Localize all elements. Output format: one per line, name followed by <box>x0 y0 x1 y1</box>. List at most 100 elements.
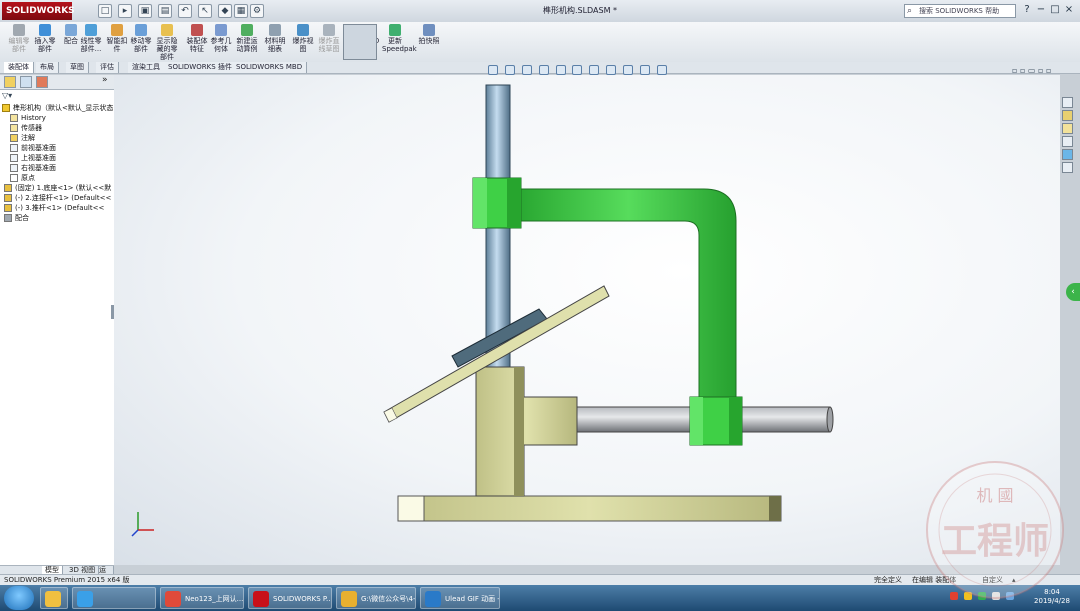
zoom-fit-icon[interactable] <box>488 65 498 75</box>
cmd-button-5[interactable]: 移动零 部件 <box>128 24 154 60</box>
search-input[interactable]: ⌕ 搜索 SOLIDWORKS 帮助 <box>904 4 1016 18</box>
save-icon[interactable]: ▣ <box>138 4 152 18</box>
edit-appearance-icon[interactable] <box>623 65 633 75</box>
taskbar-item-2[interactable]: Neo123_上网认... <box>160 587 244 609</box>
tab-3[interactable]: 评估 <box>96 62 119 73</box>
tree-item[interactable]: (-) 3.推杆<1> (Default<< <box>4 203 104 213</box>
tab-0[interactable]: 装配体 <box>4 62 34 73</box>
tree-item[interactable]: 传感器 <box>10 123 42 133</box>
cmd-button-label: 新建运 动算例 <box>236 37 258 53</box>
cmd-button-4[interactable]: 智能扣 件 <box>104 24 130 60</box>
cmd-button-1[interactable]: 插入零 部件 <box>32 24 58 60</box>
cmd-button-8[interactable]: 参考几 何体 <box>208 24 234 60</box>
tree-item[interactable]: 前视基准面 <box>10 143 56 153</box>
rebuild-icon[interactable]: ◆ <box>218 4 232 18</box>
tab-4[interactable]: 渲染工具 <box>128 62 165 73</box>
title-bar: SOLIDWORKS □ ▸ ▣ ▤ ↶ ↖ ◆ ▦ ⚙ 榫形机构.SLDASM… <box>0 0 1080 23</box>
file-properties-icon[interactable]: ▦ <box>234 4 248 18</box>
graphics-area[interactable] <box>114 75 1060 565</box>
zoom-area-icon[interactable] <box>504 65 515 75</box>
exploded-view-icon <box>297 24 309 36</box>
config-manager-tab-icon[interactable] <box>36 76 48 88</box>
open-icon[interactable]: ▸ <box>118 4 132 18</box>
select-icon[interactable]: ↖ <box>198 4 212 18</box>
view-palette-icon[interactable] <box>1062 136 1073 147</box>
print-icon[interactable]: ▤ <box>158 4 172 18</box>
taskbar-item-5[interactable]: Ulead GIF 动画 -... <box>420 587 500 609</box>
tree-item-label: 上视基准面 <box>21 154 56 162</box>
tree-item[interactable]: 右视基准面 <box>10 163 56 173</box>
tab-6[interactable]: SOLIDWORKS MBD <box>232 62 308 73</box>
feature-manager-panel: » ▽▾ 榫形机构（默认<默认_显示状态 History 传感器 注解 前视基准面 上视… <box>0 75 115 565</box>
origin-icon <box>10 174 18 182</box>
cmd-button-label: 配合 <box>64 37 78 45</box>
solidworks-logo[interactable]: SOLIDWORKS <box>2 2 75 20</box>
watermark-main: 工程师 <box>941 520 1049 562</box>
cmd-button-7[interactable]: 装配体 特征 <box>184 24 210 60</box>
filter-icon[interactable]: ▽▾ <box>2 91 12 100</box>
taskbar-item-label: Ulead GIF 动画 -... <box>445 595 500 603</box>
cmd-button-3[interactable]: 线性零 部件... <box>78 24 104 60</box>
t-support[interactable] <box>475 366 578 497</box>
feature-manager-tabs: » <box>0 75 114 90</box>
tree-item[interactable]: 配合 <box>4 213 29 223</box>
cmd-button-14[interactable]: 更新 Speedpak <box>382 24 417 60</box>
start-button[interactable] <box>4 586 34 610</box>
dynamic-annotation-icon[interactable] <box>555 65 566 75</box>
view-orientation-icon[interactable] <box>572 65 583 75</box>
plane-icon <box>10 164 18 172</box>
cmd-button-10[interactable]: 材料明 细表 <box>262 24 288 60</box>
custom-properties-icon[interactable] <box>1062 162 1073 173</box>
close-button[interactable]: × <box>1062 3 1076 17</box>
property-manager-tab-icon[interactable] <box>20 76 32 88</box>
instant3d-toggle[interactable] <box>343 24 377 60</box>
tree-root[interactable]: 榫形机构（默认<默认_显示状态 <box>2 103 113 113</box>
assembly-model <box>131 84 834 537</box>
taskbar-item-1[interactable] <box>72 587 156 609</box>
options-icon[interactable]: ⚙ <box>250 4 264 18</box>
apply-scene-icon[interactable] <box>639 65 650 75</box>
help-icon[interactable]: ? <box>1020 3 1034 17</box>
tree-item[interactable]: 上视基准面 <box>10 153 56 163</box>
tree-item[interactable]: (-) 2.连接杆<1> (Default<< <box>4 193 111 203</box>
part-icon <box>4 194 12 202</box>
viewport-controls[interactable]: ▫ ▫ ▭ ▫ ▫ <box>1012 66 1051 75</box>
expand-handle-icon[interactable]: ‹ <box>1066 283 1080 301</box>
tab-5[interactable]: SOLIDWORKS 插件 <box>164 62 237 73</box>
tree-item[interactable]: (固定) 1.底座<1> (默认<<默 <box>4 183 111 193</box>
expand-panel-icon[interactable]: » <box>102 75 108 85</box>
solidworks-resources-icon[interactable] <box>1062 97 1073 108</box>
cmd-button-6[interactable]: 显示隐 藏的零 部件 <box>154 24 180 61</box>
taskbar-item-0[interactable] <box>40 587 68 609</box>
appearances-icon[interactable] <box>1062 149 1073 160</box>
tab-2[interactable]: 草图 <box>66 62 89 73</box>
cmd-button-label: 移动零 部件 <box>130 37 152 53</box>
design-library-icon[interactable] <box>1062 110 1073 121</box>
new-document-icon[interactable]: □ <box>98 4 112 18</box>
undo-icon[interactable]: ↶ <box>178 4 192 18</box>
section-view-icon[interactable] <box>538 65 549 75</box>
taskbar-item-3[interactable]: SOLIDWORKS P... <box>248 587 332 609</box>
cmd-button-15[interactable]: 拍快照 <box>416 24 442 60</box>
cmd-button-9[interactable]: 新建运 动算例 <box>234 24 260 60</box>
tree-item[interactable]: 原点 <box>10 173 35 183</box>
base-plate[interactable] <box>397 495 782 522</box>
cmd-button-12[interactable]: 爆炸直 线草图 <box>316 24 342 60</box>
green-arm[interactable] <box>520 188 737 398</box>
move-component-icon <box>135 24 147 36</box>
previous-view-icon[interactable] <box>521 65 532 75</box>
taskbar-item-4[interactable]: G:\微信公众号\4-... <box>336 587 416 609</box>
file-explorer-icon[interactable] <box>1062 123 1073 134</box>
cmd-button-0[interactable]: 编辑零 部件 <box>6 24 32 60</box>
minimize-button[interactable]: − <box>1034 3 1048 17</box>
tree-item[interactable]: 注解 <box>10 133 35 143</box>
hide-show-items-icon[interactable] <box>606 65 617 75</box>
taskbar: Neo123_上网认... SOLIDWORKS P... G:\微信公众号\4-.… <box>0 585 1080 611</box>
tree-item[interactable]: History <box>10 113 46 123</box>
restore-button[interactable]: □ <box>1048 3 1062 17</box>
cmd-button-11[interactable]: 爆炸视 图 <box>290 24 316 60</box>
tab-1[interactable]: 布局 <box>36 62 59 73</box>
view-settings-icon[interactable] <box>656 65 667 75</box>
feature-tree-tab-icon[interactable] <box>4 76 16 88</box>
display-style-icon[interactable] <box>589 65 600 75</box>
